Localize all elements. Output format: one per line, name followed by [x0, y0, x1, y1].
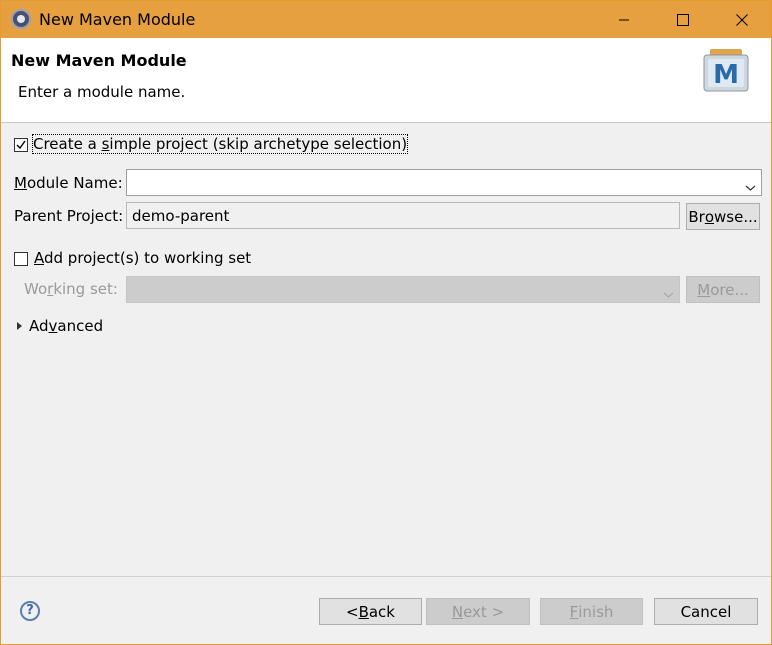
browse-button[interactable]: Browse... [686, 203, 760, 230]
wizard-header: New Maven Module Enter a module name. M [1, 38, 771, 123]
expand-arrow-icon[interactable] [17, 322, 22, 330]
simple-project-checkbox[interactable] [14, 138, 28, 152]
chevron-down-icon[interactable] [663, 285, 674, 303]
svg-text:M: M [713, 60, 739, 90]
working-set-combo[interactable] [126, 276, 680, 303]
window-title: New Maven Module [39, 10, 195, 29]
title-bar[interactable]: New Maven Module [1, 1, 771, 38]
advanced-section-toggle[interactable]: Advanced [29, 317, 103, 335]
dialog-window: New Maven Module New Maven Module Enter … [0, 0, 772, 645]
parent-project-label: Parent Project: [14, 207, 123, 225]
working-set-label: Working set: [24, 280, 118, 298]
back-button[interactable]: < Back [319, 598, 422, 625]
working-set-toggle-label[interactable]: Add project(s) to working set [34, 249, 251, 267]
minimize-button[interactable] [595, 1, 653, 38]
footer-separator [1, 576, 771, 577]
parent-project-field: demo-parent [126, 202, 680, 229]
maximize-icon [677, 14, 689, 26]
close-icon [736, 14, 748, 26]
eclipse-app-icon [11, 9, 31, 29]
close-button[interactable] [713, 1, 771, 38]
next-button[interactable]: Next > [426, 598, 530, 625]
chevron-down-icon[interactable] [745, 178, 756, 196]
module-name-label: Module Name: [14, 174, 123, 192]
more-button[interactable]: More... [686, 276, 760, 303]
page-title: New Maven Module [11, 51, 187, 70]
minimize-icon [618, 14, 630, 26]
finish-button[interactable]: Finish [540, 598, 643, 625]
simple-project-label[interactable]: Create a simple project (skip archetype … [33, 135, 407, 153]
cancel-button[interactable]: Cancel [654, 598, 758, 625]
module-name-combo[interactable] [126, 169, 762, 196]
maven-m-icon: M [702, 49, 750, 93]
working-set-checkbox[interactable] [14, 252, 28, 266]
page-description: Enter a module name. [18, 83, 185, 101]
maximize-button[interactable] [654, 1, 712, 38]
help-icon[interactable]: ? [20, 601, 40, 621]
